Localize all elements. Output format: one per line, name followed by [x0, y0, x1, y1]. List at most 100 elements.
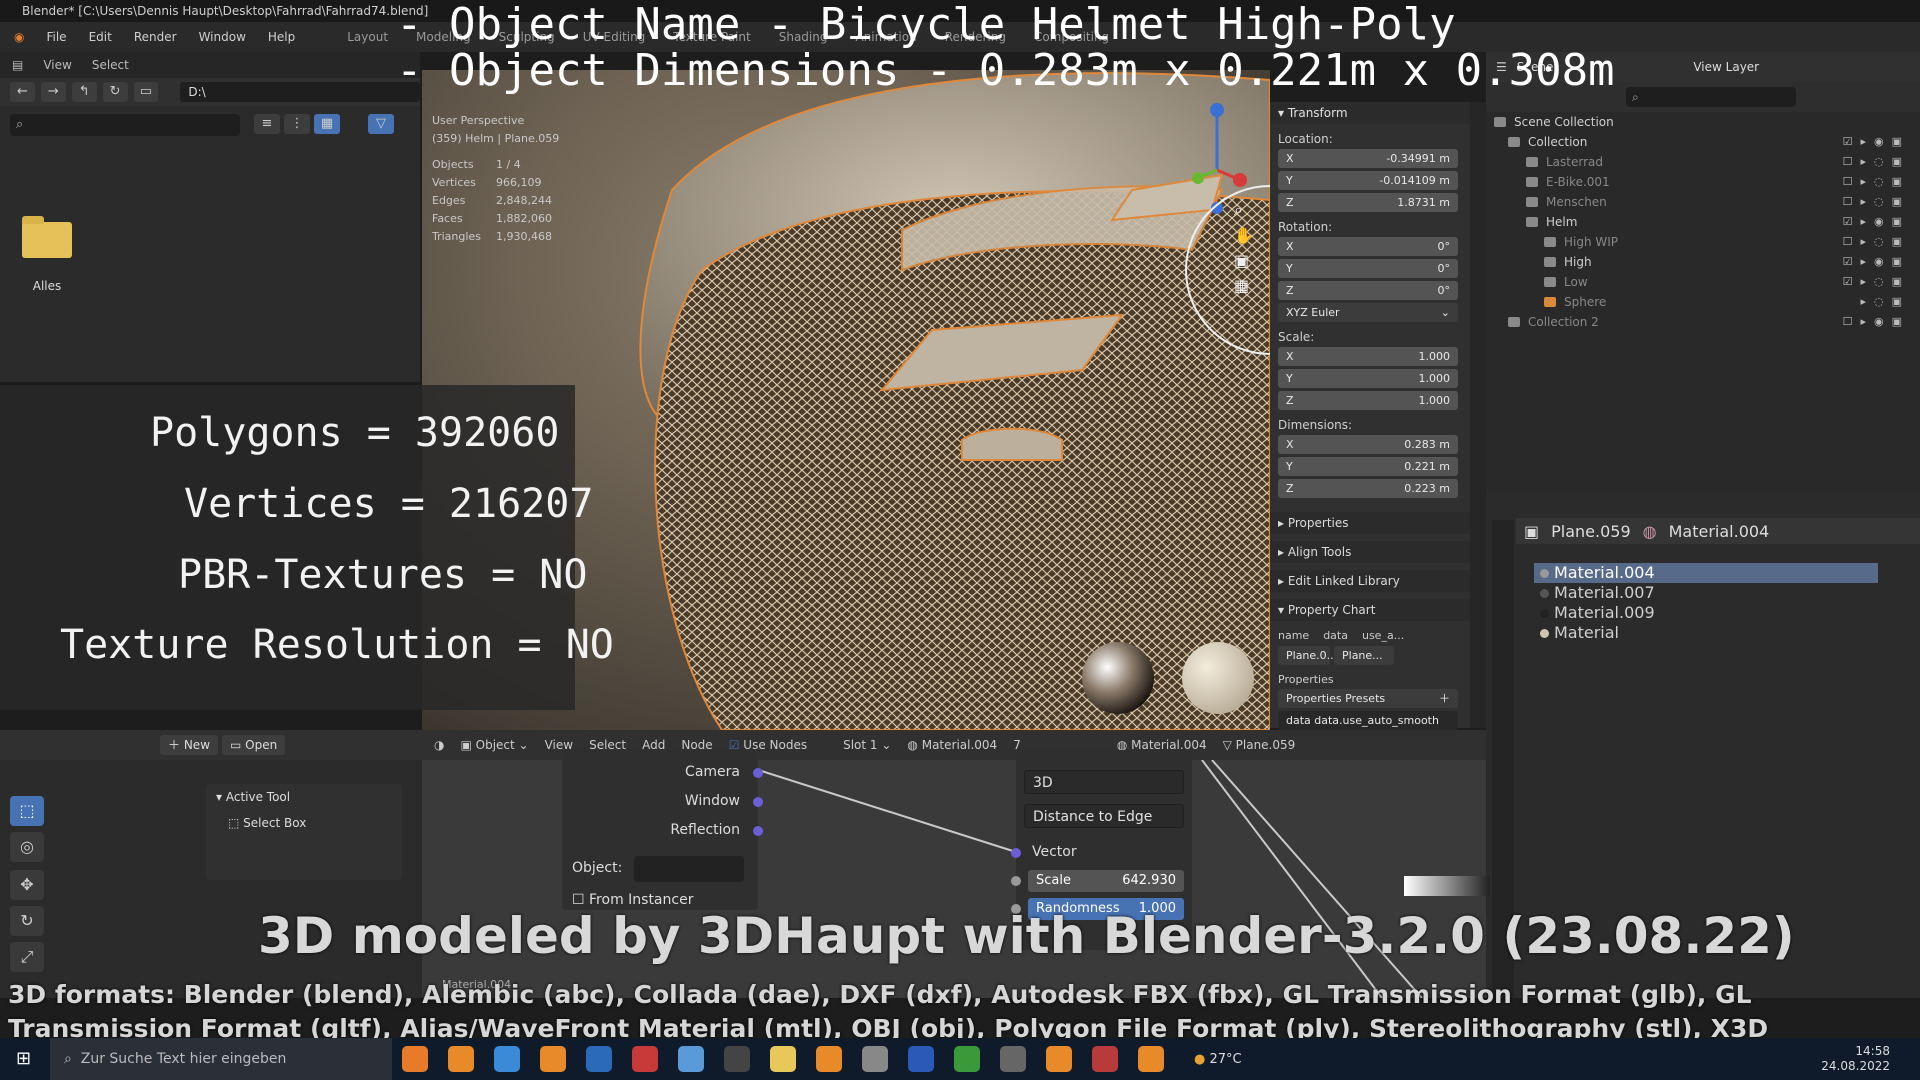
- right-object-selector[interactable]: ▽ Plane.059: [1223, 738, 1296, 752]
- tab-layout[interactable]: Layout: [347, 30, 388, 44]
- parent-dir-icon[interactable]: ↰: [71, 82, 97, 102]
- cube-icon[interactable]: [862, 1046, 888, 1072]
- visibility-icons[interactable]: ☐▸◉▣: [1843, 312, 1910, 332]
- visibility-icons[interactable]: ☑▸◉▣: [1843, 132, 1910, 152]
- list-vertical-icon[interactable]: ≡: [254, 114, 280, 134]
- location-z-field[interactable]: Z 1.8731 m: [1278, 193, 1458, 212]
- outliner-search-input[interactable]: ⌕: [1626, 87, 1796, 107]
- move-icon[interactable]: ✥: [10, 870, 44, 900]
- section-align-tools[interactable]: ▸ Align Tools: [1270, 541, 1470, 563]
- blender-icon[interactable]: [448, 1046, 474, 1072]
- folder-icon[interactable]: [22, 216, 72, 258]
- app-icon[interactable]: [632, 1046, 658, 1072]
- slot-dropdown[interactable]: Slot 1 ⌄: [843, 738, 891, 752]
- zoom-icon[interactable]: ⌕: [1234, 200, 1254, 220]
- edge-icon[interactable]: [494, 1046, 520, 1072]
- settings-icon[interactable]: [1000, 1046, 1026, 1072]
- location-x-field[interactable]: X -0.34991 m: [1278, 149, 1458, 168]
- refresh-icon[interactable]: ↻: [102, 82, 128, 102]
- menu-edit[interactable]: Edit: [89, 30, 112, 44]
- app-icon[interactable]: [954, 1046, 980, 1072]
- grid-icon[interactable]: ▦: [1234, 276, 1254, 295]
- app-icon[interactable]: [678, 1046, 704, 1072]
- pan-hand-icon[interactable]: ✋: [1234, 226, 1254, 245]
- visibility-icons[interactable]: ☑▸◉▣: [1843, 252, 1910, 272]
- visibility-icons[interactable]: ☐▸◌▣: [1843, 232, 1910, 252]
- filter-icon[interactable]: ▽: [368, 114, 394, 134]
- blender-icon[interactable]: [1138, 1046, 1164, 1072]
- mail-icon[interactable]: [586, 1046, 612, 1072]
- camera-icon[interactable]: ▣: [1234, 251, 1254, 270]
- plus-icon[interactable]: ＋: [1439, 689, 1450, 708]
- chart-cell[interactable]: Plane...: [1334, 646, 1394, 665]
- calendar-icon[interactable]: [908, 1046, 934, 1072]
- new-folder-icon[interactable]: ▭: [133, 82, 159, 102]
- dimension-dropdown[interactable]: 3D: [1024, 770, 1184, 794]
- from-instancer-checkbox[interactable]: ☐ From Instancer: [572, 892, 693, 908]
- material-slot[interactable]: Material.009: [1534, 603, 1878, 623]
- forward-icon[interactable]: →: [40, 82, 66, 102]
- list-horizontal-icon[interactable]: ⋮: [284, 114, 310, 134]
- menu-render[interactable]: Render: [134, 30, 177, 44]
- properties-presets-dropdown[interactable]: Properties Presets ＋: [1278, 689, 1458, 708]
- thumbnails-icon[interactable]: ▦: [314, 114, 340, 134]
- dimension-y-field[interactable]: Y 0.221 m: [1278, 457, 1458, 476]
- material-selector[interactable]: ◍ Material.004: [907, 738, 997, 752]
- visibility-icons[interactable]: ☐▸◌▣: [1843, 172, 1910, 192]
- outliner-row[interactable]: Scene Collection: [1486, 112, 1920, 132]
- editor-type-icon[interactable]: ◑: [434, 738, 444, 752]
- back-icon[interactable]: ←: [10, 82, 35, 102]
- rotation-x-field[interactable]: X 0°: [1278, 237, 1458, 256]
- select-box-icon[interactable]: ⬚: [10, 796, 44, 826]
- outliner-row[interactable]: Helm ☑▸◉▣: [1486, 212, 1920, 232]
- scale-x-field[interactable]: X 1.000: [1278, 347, 1458, 366]
- socket-reflection[interactable]: [753, 826, 763, 836]
- sidebar-tabs[interactable]: [1470, 102, 1486, 728]
- socket-camera[interactable]: [753, 768, 763, 778]
- visibility-icons[interactable]: ☐▸◌▣: [1843, 152, 1910, 172]
- menu-select[interactable]: Select: [92, 58, 129, 72]
- socket-vector[interactable]: [1011, 848, 1021, 858]
- smooth-field[interactable]: data data.use_auto_smooth: [1278, 711, 1458, 730]
- feature-dropdown[interactable]: Distance to Edge: [1024, 804, 1184, 828]
- chart-cell[interactable]: Plane.0...: [1278, 646, 1337, 665]
- location-y-field[interactable]: Y -0.014109 m: [1278, 171, 1458, 190]
- blender-icon[interactable]: [1046, 1046, 1072, 1072]
- blender-icon[interactable]: [816, 1046, 842, 1072]
- explorer-icon[interactable]: [770, 1046, 796, 1072]
- material-slot[interactable]: Material.007: [1534, 583, 1878, 603]
- outliner-row[interactable]: Low ☑▸◌▣: [1486, 272, 1920, 292]
- editor-type-icon[interactable]: ▤: [12, 58, 23, 72]
- outliner-row[interactable]: Menschen ☐▸◌▣: [1486, 192, 1920, 212]
- outliner-row[interactable]: E-Bike.001 ☐▸◌▣: [1486, 172, 1920, 192]
- menu-help[interactable]: Help: [268, 30, 295, 44]
- visibility-icons[interactable]: ☐▸◌▣: [1843, 192, 1910, 212]
- weather-widget[interactable]: ● 27°C: [1194, 1052, 1242, 1067]
- transform-header[interactable]: ▾ Transform: [1270, 102, 1470, 124]
- object-field[interactable]: [634, 856, 744, 882]
- open-button[interactable]: ▭ Open: [222, 735, 286, 755]
- outliner-row[interactable]: Sphere ▸◌▣: [1486, 292, 1920, 312]
- section-property-chart[interactable]: ▾ Property Chart: [1270, 599, 1470, 621]
- dimension-z-field[interactable]: Z 0.223 m: [1278, 479, 1458, 498]
- menu-window[interactable]: Window: [199, 30, 246, 44]
- socket-scale[interactable]: [1011, 876, 1021, 886]
- object-mode-dropdown[interactable]: ▣ Object ⌄: [460, 738, 528, 752]
- visibility-icons[interactable]: ☑▸◉▣: [1843, 212, 1910, 232]
- path-field[interactable]: D:\: [180, 82, 420, 102]
- socket-window[interactable]: [753, 797, 763, 807]
- menu-view[interactable]: View: [43, 58, 71, 72]
- taskbar-search[interactable]: ⌕ Zur Suche Text hier eingeben: [50, 1038, 392, 1080]
- outliner-row[interactable]: High ☑▸◉▣: [1486, 252, 1920, 272]
- section-properties[interactable]: ▸ Properties: [1270, 512, 1470, 534]
- rotation-y-field[interactable]: Y 0°: [1278, 259, 1458, 278]
- material-slot[interactable]: Material.004: [1534, 563, 1878, 583]
- menu-file[interactable]: File: [46, 30, 66, 44]
- select-box-row[interactable]: ⬚ Select Box: [228, 816, 392, 830]
- cursor-icon[interactable]: ◎: [10, 832, 44, 862]
- material-slot[interactable]: Material: [1534, 623, 1878, 643]
- outliner-row[interactable]: Lasterrad ☐▸◌▣: [1486, 152, 1920, 172]
- texture-coordinate-node[interactable]: Camera Window Reflection Object: ☐ From …: [562, 750, 763, 910]
- visibility-icons[interactable]: ☑▸◌▣: [1843, 272, 1910, 292]
- terminal-icon[interactable]: [724, 1046, 750, 1072]
